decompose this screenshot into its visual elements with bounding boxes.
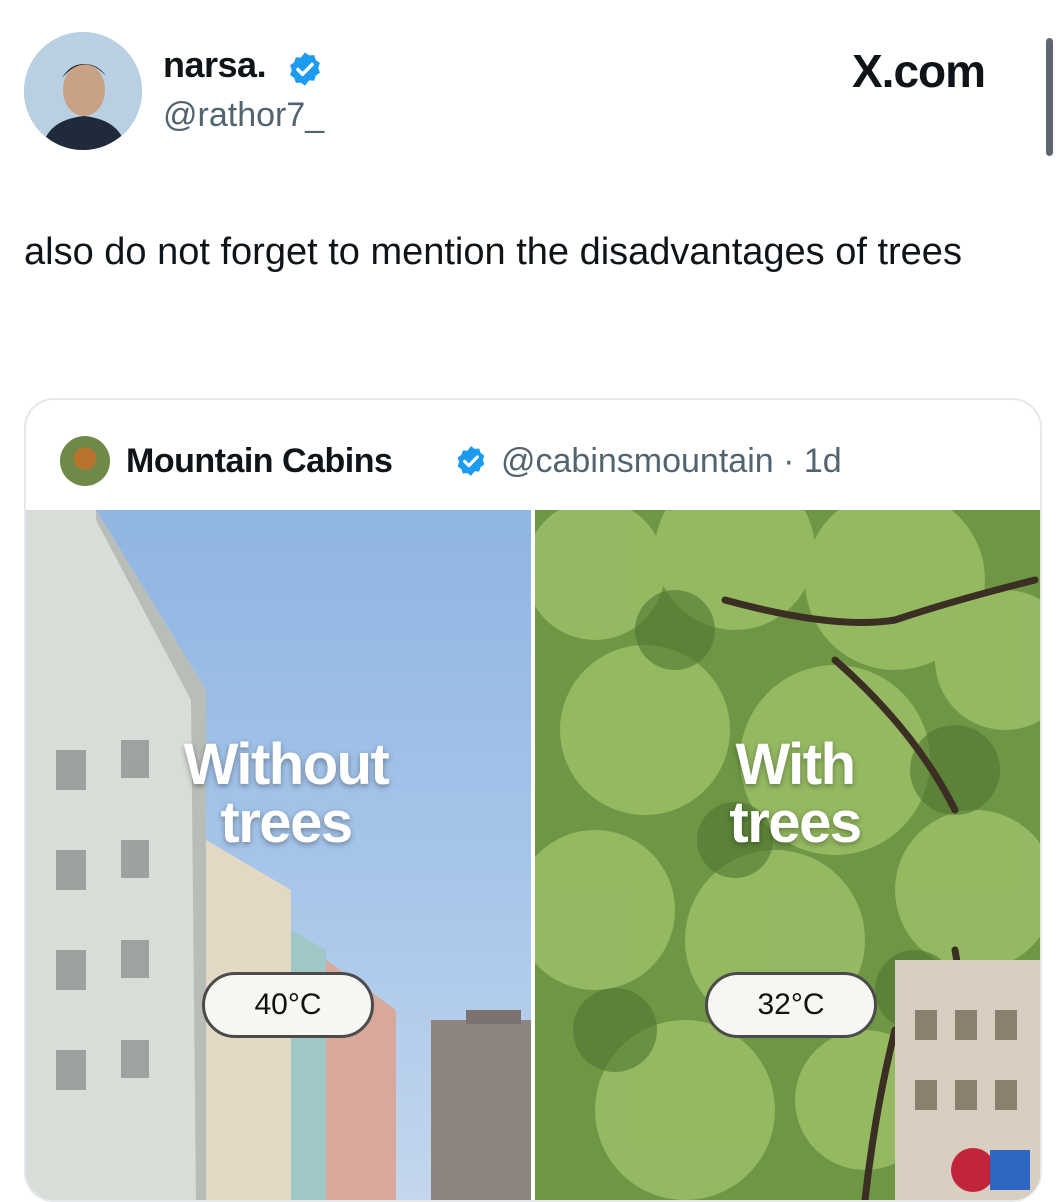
- quoted-author-name[interactable]: Mountain Cabins: [126, 442, 393, 481]
- buildings-illustration: [26, 510, 531, 1200]
- without-label-line1: Without: [183, 732, 390, 797]
- with-label-line2: trees: [729, 790, 862, 855]
- with-trees-panel: With trees 32°C: [535, 510, 1040, 1200]
- scrollbar[interactable]: [1046, 38, 1053, 156]
- author-name[interactable]: narsa.: [163, 44, 267, 86]
- with-label-line1: With: [735, 732, 856, 797]
- x-logo: X.com: [852, 45, 986, 97]
- with-trees-temperature: 32°C: [705, 972, 877, 1038]
- comparison-image[interactable]: Without trees 40°C With trees 32°C: [26, 510, 1040, 1200]
- with-trees-label: With trees: [690, 736, 900, 852]
- verified-badge-icon: [290, 52, 320, 86]
- quoted-tweet-card[interactable]: Mountain Cabins @cabinsmountain · 1d Wit…: [24, 398, 1042, 1202]
- without-trees-temperature: 40°C: [202, 972, 374, 1038]
- without-trees-panel: Without trees 40°C: [26, 510, 531, 1200]
- quoted-author-handle[interactable]: @cabinsmountain · 1d: [501, 442, 842, 481]
- tweet-text: also do not forget to mention the disadv…: [24, 231, 962, 273]
- verified-badge-icon: [457, 446, 485, 476]
- author-avatar[interactable]: [24, 32, 142, 150]
- trees-illustration: [535, 510, 1040, 1200]
- quoted-author-avatar[interactable]: [60, 436, 110, 486]
- without-trees-label: Without trees: [166, 736, 406, 852]
- without-label-line2: trees: [220, 790, 353, 855]
- author-handle[interactable]: @rathor7_: [163, 96, 324, 135]
- avatar-photo: [24, 32, 142, 150]
